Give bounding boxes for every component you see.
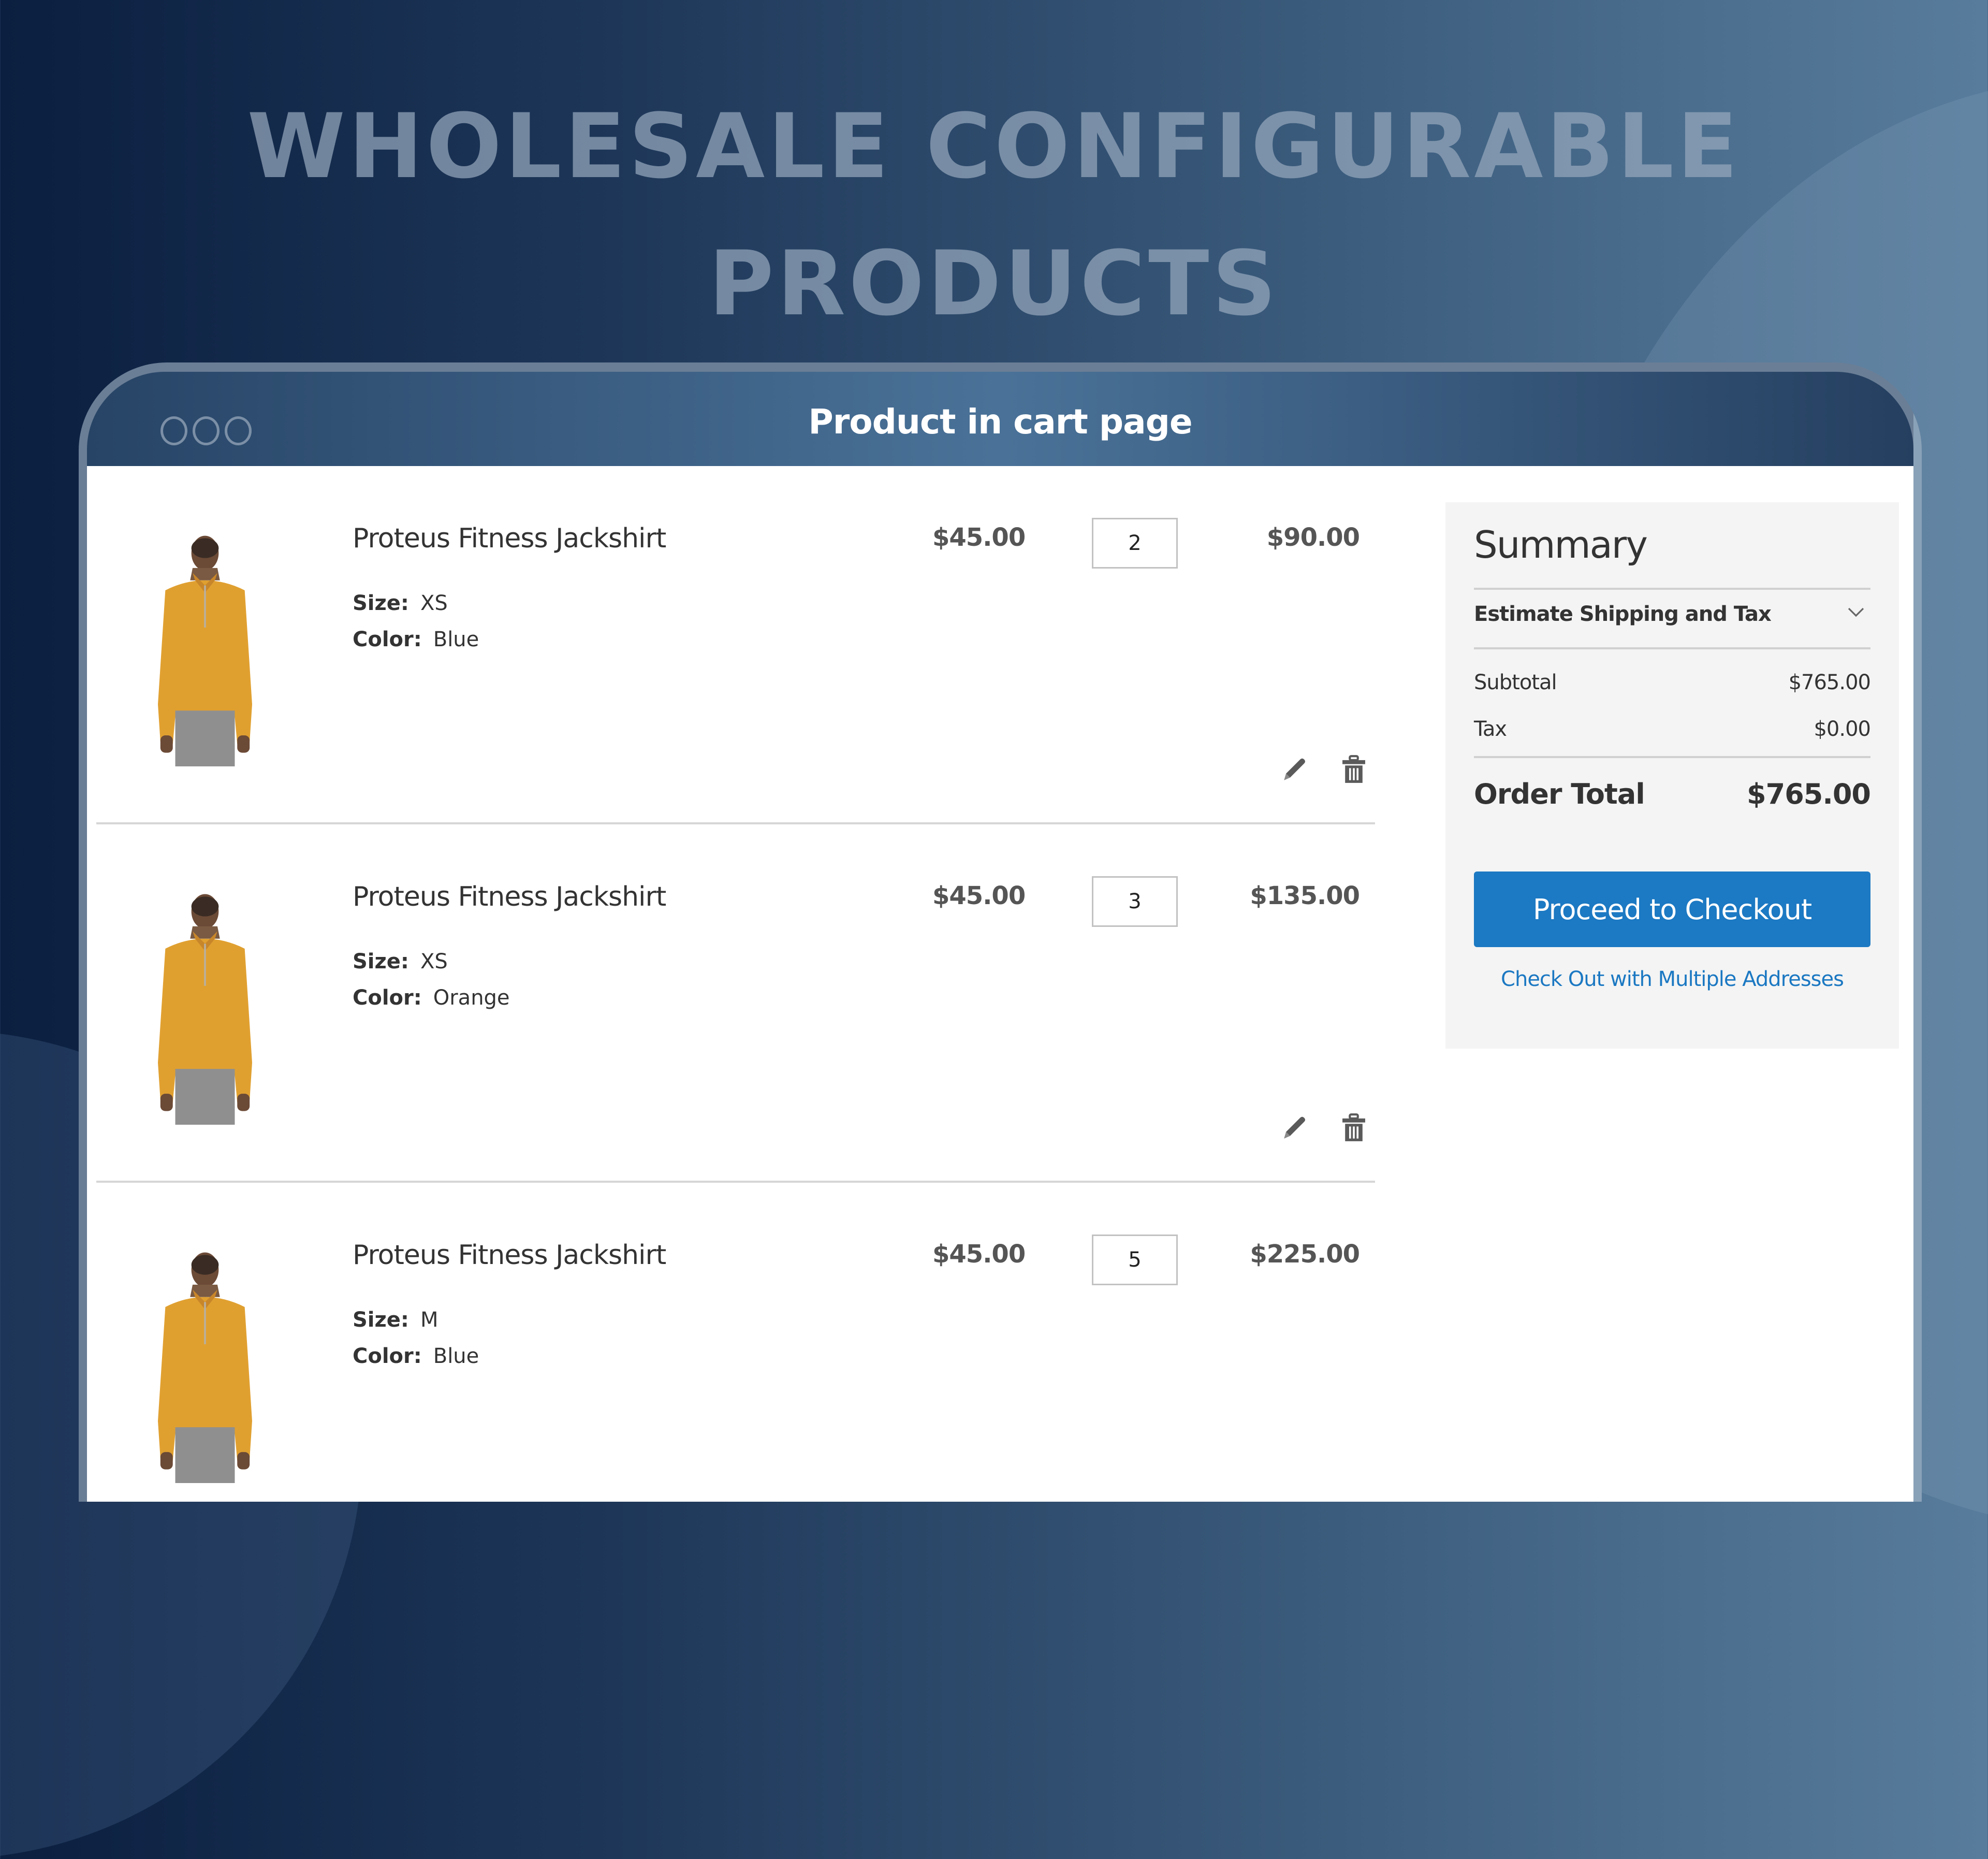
edit-icon[interactable] [1279,753,1311,786]
browser-window-frame: Product in cart page Proteus Fitness Jac… [79,362,1922,1502]
delete-icon[interactable] [1338,753,1370,786]
row-subtotal: $225.00 [1250,1240,1360,1269]
row-subtotal: $135.00 [1250,881,1360,910]
divider [1474,756,1870,758]
multiple-addresses-link[interactable]: Check Out with Multiple Addresses [1445,967,1899,991]
divider [1474,588,1870,590]
unit-price: $45.00 [932,881,1026,910]
page-content: Proteus Fitness Jackshirt Size: XS Color:… [87,466,1913,1502]
delete-icon[interactable] [1338,1112,1370,1144]
product-name[interactable]: Proteus Fitness Jackshirt [353,523,666,554]
chevron-down-icon[interactable] [1846,602,1866,623]
window-frame-edge [1913,362,1922,1502]
window-titlebar: Product in cart page [87,372,1913,466]
cart-item: Proteus Fitness Jackshirt Size: XS Color:… [96,824,1375,1183]
product-option-color: Color: Blue [353,628,479,651]
subtotal-value: $765.00 [1788,671,1871,694]
product-option-size: Size: XS [353,591,448,615]
proceed-to-checkout-button[interactable]: Proceed to Checkout [1474,872,1870,947]
product-option-size: Size: M [353,1308,438,1332]
product-option-size: Size: XS [353,950,448,974]
product-name[interactable]: Proteus Fitness Jackshirt [353,1240,666,1271]
summary-subtotal-row: Subtotal $765.00 [1474,671,1871,694]
option-label: Size: [353,1308,409,1332]
option-label: Color: [353,986,422,1010]
order-total-row: Order Total $765.00 [1474,778,1871,810]
item-actions [1279,753,1370,786]
edit-icon[interactable] [1279,1112,1311,1144]
quantity-input[interactable]: 5 [1092,1235,1178,1285]
option-value: Blue [433,1344,479,1368]
subtotal-label: Subtotal [1474,671,1557,694]
option-label: Size: [353,591,409,615]
hero-title-line1: WHOLESALE CONFIGURABLE PRODUCTS [247,94,1741,336]
option-label: Color: [353,628,422,651]
quantity-input[interactable]: 3 [1092,876,1178,927]
quantity-input[interactable]: 2 [1092,518,1178,569]
estimate-shipping-label: Estimate Shipping and Tax [1474,602,1772,626]
product-option-color: Color: Orange [353,986,510,1010]
tax-label: Tax [1474,717,1507,741]
product-thumbnail[interactable] [143,531,267,766]
option-value: Orange [433,986,510,1010]
divider [1474,647,1870,649]
product-name[interactable]: Proteus Fitness Jackshirt [353,881,666,912]
row-subtotal: $90.00 [1266,523,1360,552]
option-value: XS [420,591,448,615]
unit-price: $45.00 [932,1240,1026,1269]
order-summary-panel: Summary Estimate Shipping and Tax Subtot… [1445,502,1899,1049]
option-label: Color: [353,1344,422,1368]
summary-title: Summary [1474,523,1648,567]
item-actions [1279,1112,1370,1144]
option-value: XS [420,950,448,974]
summary-tax-row: Tax $0.00 [1474,717,1871,741]
option-value: Blue [433,628,479,651]
product-thumbnail[interactable] [143,1247,267,1483]
cart-item: Proteus Fitness Jackshirt Size: M Color: B… [96,1183,1375,1502]
order-total-value: $765.00 [1747,778,1871,810]
product-thumbnail[interactable] [143,889,267,1125]
cart-items-list: Proteus Fitness Jackshirt Size: XS Color:… [96,466,1375,1502]
unit-price: $45.00 [932,523,1026,552]
option-value: M [420,1308,438,1332]
cart-item: Proteus Fitness Jackshirt Size: XS Color:… [96,466,1375,824]
order-total-label: Order Total [1474,778,1645,810]
option-label: Size: [353,950,409,974]
estimate-shipping-toggle[interactable]: Estimate Shipping and Tax [1474,602,1870,641]
tax-value: $0.00 [1814,717,1871,741]
product-option-color: Color: Blue [353,1344,479,1368]
window-title: Product in cart page [808,402,1192,442]
